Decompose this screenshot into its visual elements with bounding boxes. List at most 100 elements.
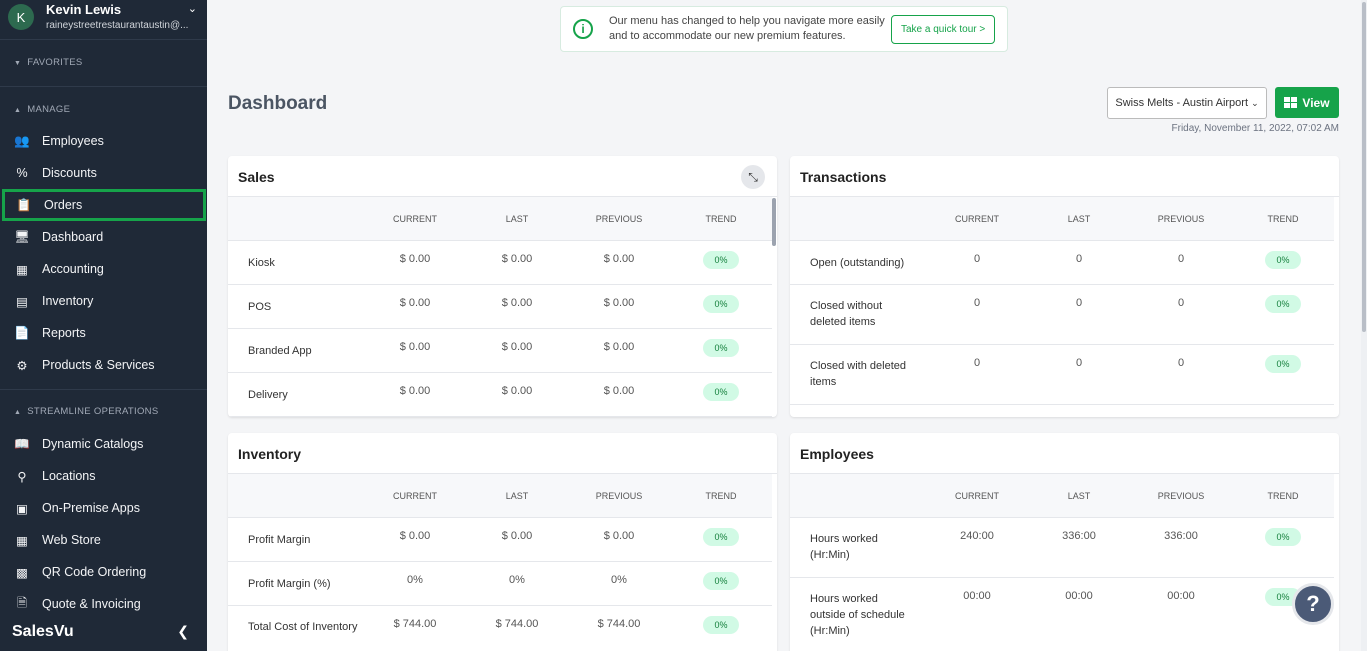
user-menu[interactable]: K Kevin Lewis raineystreetrestaurantaust… <box>0 0 207 40</box>
section-streamline-label: STREAMLINE OPERATIONS <box>27 406 159 417</box>
expand-icon[interactable]: ⤡ <box>741 165 765 189</box>
divider <box>0 86 207 87</box>
row-label: Delivery <box>248 389 288 401</box>
sidebar-item-label: Accounting <box>42 262 104 276</box>
sidebar-item-dynamic-catalogs[interactable]: 📖 Dynamic Catalogs <box>0 428 207 460</box>
sidebar-item-accounting[interactable]: ▦ Accounting <box>0 253 207 285</box>
table-row: Kiosk $ 0.00 $ 0.00 $ 0.00 0% <box>228 241 772 285</box>
sidebar-item-label: Orders <box>44 198 83 212</box>
row-label: Profit Margin (%) <box>248 578 331 590</box>
sidebar-item-label: Dashboard <box>42 230 104 244</box>
row-label: Kiosk <box>248 257 275 269</box>
card-title: Inventory <box>238 446 302 462</box>
sidebar-item-quote-invoicing[interactable]: 🗎 Quote & Invoicing <box>0 588 207 620</box>
card-title: Transactions <box>800 169 887 185</box>
chevron-down-icon: ⌄ <box>1251 97 1259 108</box>
trend-badge: 0% <box>1265 528 1301 546</box>
reports-icon: 📄 <box>14 325 30 340</box>
section-favorites-label: FAVORITES <box>27 57 83 68</box>
table-header: CURRENT LAST PREVIOUS TREND <box>228 474 772 518</box>
cell-previous: $ 744.00 <box>597 618 641 630</box>
cell-previous: $ 0.00 <box>603 253 635 265</box>
sidebar-item-web-store[interactable]: ▦ Web Store <box>0 524 207 556</box>
row-label: Closed without deleted items <box>810 300 883 328</box>
table-row: Profit Margin $ 0.00 $ 0.00 $ 0.00 0% <box>228 518 772 562</box>
transactions-card: Transactions CURRENT LAST PREVIOUS TREND Ope… <box>790 156 1339 417</box>
table-row: Profit Margin (%) 0% 0% 0% 0% <box>228 562 772 606</box>
sidebar-item-discounts[interactable]: % Discounts <box>0 157 207 189</box>
location-pin-icon: ⚲ <box>17 469 27 484</box>
sidebar-item-orders[interactable]: 📋 Orders <box>2 189 206 221</box>
cell-last: 0 <box>1075 297 1083 309</box>
avatar[interactable]: K <box>8 4 34 30</box>
trend-badge: 0% <box>703 528 739 546</box>
row-label: Closed with deleted items <box>810 360 907 388</box>
page-scrollbar[interactable] <box>1361 0 1367 651</box>
sidebar-item-qr-code-ordering[interactable]: ▩ QR Code Ordering <box>0 556 207 588</box>
sidebar-item-inventory[interactable]: ▤ Inventory <box>0 285 207 317</box>
sidebar-item-employees[interactable]: 👥 Employees <box>0 125 207 157</box>
store-select[interactable]: Swiss Melts - Austin Airport ⌄ <box>1107 87 1267 119</box>
sidebar-item-label: Discounts <box>42 166 97 180</box>
column-header: PREVIOUS <box>595 214 643 224</box>
info-icon: i <box>573 19 593 39</box>
column-header: TREND <box>1267 491 1299 501</box>
row-label: Hours worked (Hr:Min) <box>810 533 878 561</box>
table-row: Closed without deleted items 0 0 0 0% <box>790 285 1334 345</box>
cell-current: 00:00 <box>963 590 991 602</box>
card-title: Employees <box>800 446 874 462</box>
column-header: PREVIOUS <box>1157 214 1205 224</box>
column-header: LAST <box>505 214 529 224</box>
cell-current: 240:00 <box>960 530 994 542</box>
column-header: CURRENT <box>393 214 437 224</box>
cell-last: $ 0.00 <box>501 253 533 265</box>
trend-badge: 0% <box>703 251 739 269</box>
store-select-value: Swiss Melts - Austin Airport <box>1115 97 1249 109</box>
cell-previous: 00:00 <box>1167 590 1195 602</box>
cell-last: $ 744.00 <box>495 618 539 630</box>
cell-previous: $ 0.00 <box>603 341 635 353</box>
trend-badge: 0% <box>1265 295 1301 313</box>
trend-badge: 0% <box>703 339 739 357</box>
section-manage[interactable]: ▲ MANAGE <box>14 104 70 115</box>
cell-last: 0% <box>509 574 525 586</box>
sidebar-item-on-premise-apps[interactable]: ▣ On-Premise Apps <box>0 492 207 524</box>
column-header: TREND <box>1267 214 1299 224</box>
sidebar-item-reports[interactable]: 📄 Reports <box>0 317 207 349</box>
table-row: Open (outstanding) 0 0 0 0% <box>790 241 1334 285</box>
chevron-down-icon[interactable]: ⌄ <box>188 2 197 15</box>
cell-current: 0% <box>407 574 423 586</box>
column-header: LAST <box>1067 214 1091 224</box>
section-streamline[interactable]: ▲ STREAMLINE OPERATIONS <box>14 406 158 417</box>
sidebar-item-dashboard[interactable]: 🖥 Dashboard <box>0 221 207 253</box>
table-row: Total Cost of Inventory $ 744.00 $ 744.00 $… <box>228 606 772 651</box>
scrollbar[interactable] <box>772 198 776 246</box>
cell-previous: 0 <box>1177 253 1185 265</box>
sidebar: K Kevin Lewis raineystreetrestaurantaust… <box>0 0 207 651</box>
sidebar-item-label: Reports <box>42 326 86 340</box>
sidebar-item-products-services[interactable]: ⚙ Products & Services <box>0 349 207 381</box>
table-header: CURRENT LAST PREVIOUS TREND <box>228 197 772 241</box>
cell-last: $ 0.00 <box>501 530 533 542</box>
sidebar-item-label: Employees <box>42 134 104 148</box>
cell-previous: $ 0.00 <box>603 297 635 309</box>
collapse-sidebar-icon[interactable]: ❮ <box>177 623 189 640</box>
row-label: Profit Margin <box>248 534 311 546</box>
row-label: Hours worked outside of schedule (Hr:Min… <box>810 593 905 637</box>
monitor-icon: 🖥 <box>14 229 30 244</box>
cell-previous: $ 0.00 <box>603 530 635 542</box>
table-row: Branded App $ 0.00 $ 0.00 $ 0.00 0% <box>228 329 772 373</box>
qr-code-icon: ▩ <box>16 565 28 580</box>
quick-tour-button[interactable]: Take a quick tour > <box>891 14 996 44</box>
sidebar-item-locations[interactable]: ⚲ Locations <box>0 460 207 492</box>
web-store-icon: ▦ <box>16 533 28 548</box>
announcement-banner: i Our menu has changed to help you navig… <box>560 6 1008 52</box>
help-button[interactable]: ? <box>1292 583 1334 625</box>
section-favorites[interactable]: ▼ FAVORITES <box>14 57 83 68</box>
cell-current: 0 <box>973 297 981 309</box>
cell-current: 0 <box>973 357 981 369</box>
view-button[interactable]: View <box>1275 87 1339 118</box>
cell-last: $ 0.00 <box>501 297 533 309</box>
employees-icon: 👥 <box>14 133 30 148</box>
sidebar-item-label: Dynamic Catalogs <box>42 437 144 451</box>
